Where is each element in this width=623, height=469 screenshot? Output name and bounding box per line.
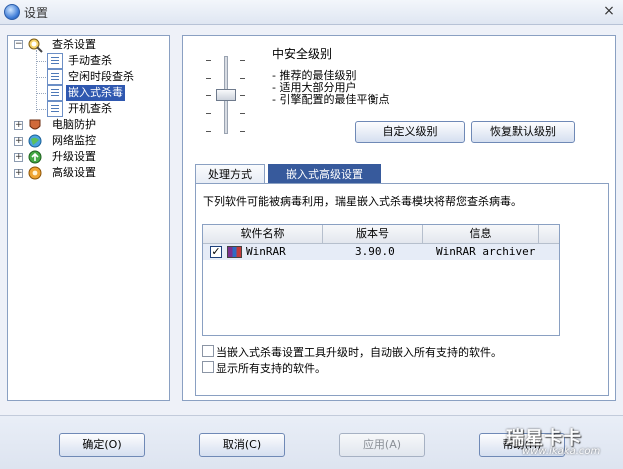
app-icon [4, 4, 20, 20]
advanced-settings-icon [27, 165, 43, 181]
table-row[interactable]: ✓ WinRAR 3.90.0 WinRAR archiver [203, 244, 559, 260]
site-watermark: 瑞星卡卡 www.ikaka.com [492, 424, 620, 460]
tree-collapse-icon[interactable]: − [14, 40, 23, 49]
tree-item-network-monitor[interactable]: 网络监控 [50, 133, 98, 149]
apply-button[interactable]: 应用(A) [339, 433, 425, 457]
show-all-software-checkbox[interactable] [202, 361, 214, 373]
tree-expand-icon[interactable]: + [14, 169, 23, 178]
document-icon [47, 69, 63, 85]
column-header-info[interactable]: 信息 [423, 225, 539, 243]
tree-item-scan-settings[interactable]: 查杀设置 [50, 37, 98, 53]
auto-embed-checkbox[interactable] [202, 345, 214, 357]
ok-button[interactable]: 确定(O) [59, 433, 145, 457]
column-header-software-name[interactable]: 软件名称 [203, 225, 323, 243]
network-monitor-icon [27, 133, 43, 149]
winrar-icon [227, 246, 242, 258]
tab-embedded-advanced[interactable]: 嵌入式高级设置 [268, 164, 381, 184]
security-level-slider-thumb[interactable] [216, 89, 236, 101]
tree-item-manual-scan[interactable]: 手动查杀 [66, 53, 114, 69]
watermark-url: www.ikaka.com [522, 446, 601, 457]
scan-settings-icon [27, 37, 43, 53]
tree-item-embedded-scan[interactable]: 嵌入式杀毒 [66, 85, 125, 101]
embedded-info-text: 下列软件可能被病毒利用，瑞星嵌入式杀毒模块将帮您查杀病毒。 [203, 195, 522, 208]
cancel-button[interactable]: 取消(C) [199, 433, 285, 457]
auto-embed-label: 当嵌入式杀毒设置工具升级时，自动嵌入所有支持的软件。 [216, 346, 502, 359]
document-icon [47, 85, 63, 101]
title-bar: 设置 × [0, 0, 623, 25]
tree-expand-icon[interactable]: + [14, 153, 23, 162]
row-checkbox[interactable]: ✓ [210, 246, 222, 258]
document-icon [47, 101, 63, 117]
tree-item-boot-scan[interactable]: 开机查杀 [66, 101, 114, 117]
level-description-line: - 引擎配置的最佳平衡点 [272, 93, 390, 106]
security-level-title: 中安全级别 [272, 47, 333, 61]
cell-version: 3.90.0 [355, 245, 395, 258]
tree-expand-icon[interactable]: + [14, 121, 23, 130]
tree-item-idle-scan[interactable]: 空闲时段查杀 [66, 69, 136, 85]
tab-handling-method[interactable]: 处理方式 [195, 164, 265, 184]
column-header-filler [539, 225, 559, 243]
pc-protection-icon [27, 117, 43, 133]
list-header: 软件名称 版本号 信息 [203, 225, 559, 244]
cell-info: WinRAR archiver [436, 245, 536, 258]
supported-software-list[interactable]: 软件名称 版本号 信息 ✓ WinRAR 3.90.0 WinRAR archi… [202, 224, 560, 336]
document-icon [47, 53, 63, 69]
tree-item-update-settings[interactable]: 升级设置 [50, 149, 98, 165]
tree-item-pc-protection[interactable]: 电脑防护 [50, 117, 98, 133]
custom-level-button[interactable]: 自定义级别 [355, 121, 465, 143]
tree-item-advanced-settings[interactable]: 高级设置 [50, 165, 98, 181]
column-header-version[interactable]: 版本号 [323, 225, 423, 243]
cell-software-name: WinRAR [246, 245, 286, 258]
show-all-software-label: 显示所有支持的软件。 [216, 362, 326, 375]
update-settings-icon [27, 149, 43, 165]
tree-expand-icon[interactable]: + [14, 137, 23, 146]
window-title: 设置 [24, 6, 49, 20]
restore-default-level-button[interactable]: 恢复默认级别 [471, 121, 575, 143]
close-icon[interactable]: × [601, 2, 617, 20]
